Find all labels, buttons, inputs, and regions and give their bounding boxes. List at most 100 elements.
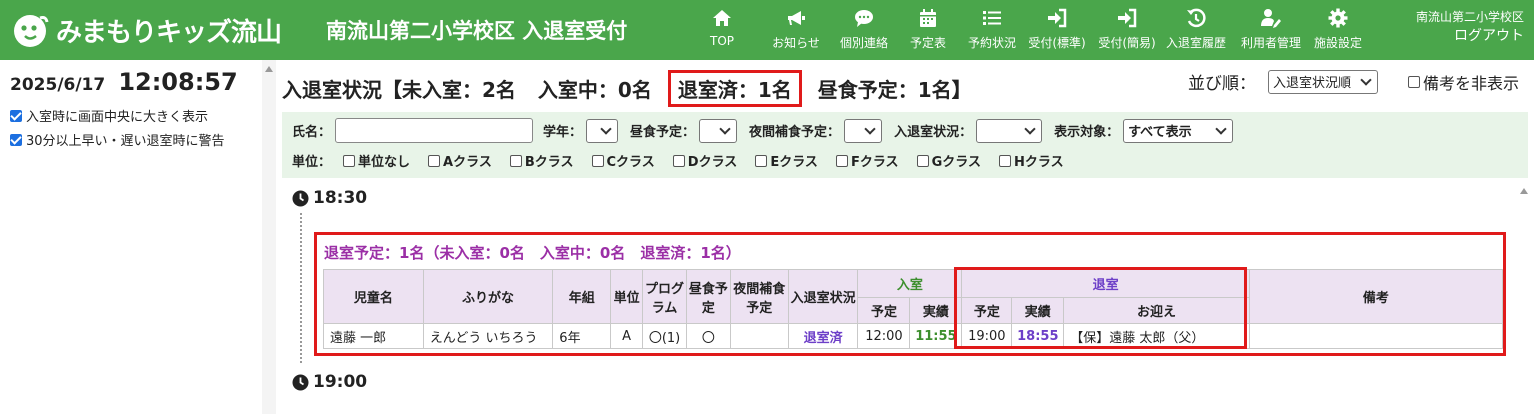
unit-b-checkbox[interactable] [509,154,522,167]
unit-a-checkbox[interactable] [428,154,441,167]
unit-h-option[interactable]: Hクラス [998,151,1064,170]
cell-status[interactable]: 退室済 [787,323,859,349]
megaphone-icon [788,11,805,25]
app-logo[interactable]: みまもりキッズ流山 [10,10,282,50]
grade-select[interactable] [586,118,619,143]
chevron-down-icon [719,122,731,135]
unit-none-checkbox[interactable] [343,154,356,167]
main-nav: TOP お知らせ 個別連絡 予定表 予約状況 受付(標準) 受付(簡易) 入退室… [698,6,1366,54]
current-datetime: 2025/6/17 12:08:57 [10,68,238,96]
children-table: 児童名 ふりがな 年組 単位 プログラム 昼食予定 夜間補食予定 入退室状況 入… [323,269,1504,349]
scroll-up-arrow-icon[interactable] [1520,188,1528,194]
cell-in-plan: 12:00 [857,323,911,349]
header-in-plan: 予定 [857,297,911,324]
cell-note [1248,323,1504,349]
unit-d-checkbox[interactable] [672,154,685,167]
nav-reception-standard[interactable]: 受付(標準) [1024,6,1090,54]
chat-icon [855,10,873,27]
group-title: 退室予定：1名（未入室：0名 入室中：0名 退室済：1名） [324,244,741,262]
nav-facility-settings[interactable]: 施設設定 [1310,6,1366,54]
unit-e-checkbox[interactable] [755,154,768,167]
time-slot-1830: 18:30 [292,188,367,208]
header-status: 入退室状況 [787,269,859,324]
nav-schedule[interactable]: 予定表 [904,6,952,54]
sign-in-icon [1118,8,1137,28]
summary-in-room: 入室中：0名 [537,78,652,102]
nav-reservation-status[interactable]: 予約状況 [964,6,1020,54]
page-title: 南流山第二小学校区 入退室受付 [326,19,628,43]
history-icon [1187,8,1206,28]
cell-lunch: 〇 [685,323,731,349]
scroll-up-arrow-icon[interactable] [265,66,273,72]
unit-f-option[interactable]: Fクラス [835,151,899,170]
header-account: 南流山第二小学校区 ログアウト [1416,8,1524,46]
unit-b-option[interactable]: Bクラス [509,151,574,170]
header-name: 児童名 [323,269,424,324]
unit-a-option[interactable]: Aクラス [428,151,492,170]
center-display-checkbox[interactable] [10,109,22,122]
filter-panel: 氏名： 学年： 昼食予定： 夜間補食予定： 入退室状況： 表示対象： すべて表示… [282,112,1528,178]
header-note: 備考 [1248,269,1504,324]
unit-c-checkbox[interactable] [591,154,604,167]
calendar-icon [920,9,936,27]
filter-row-1: 氏名： 学年： 昼食予定： 夜間補食予定： 入退室状況： 表示対象： すべて表示 [292,118,1234,143]
nav-user-management[interactable]: 利用者管理 [1232,6,1310,54]
bird-logo-icon [14,15,49,47]
chevron-down-icon [1024,122,1036,135]
timeline-line [300,213,302,363]
filter-row-units: 単位： 単位なし Aクラス Bクラス Cクラス Dクラス Eクラス Fクラス G… [292,151,1082,170]
unit-d-option[interactable]: Dクラス [672,151,737,170]
header-lunch: 昼食予定 [685,269,731,324]
hide-notes-toggle[interactable]: 備考を非表示 [1408,70,1519,94]
option-center-display[interactable]: 入室時に画面中央に大きく表示 [10,106,208,125]
unit-g-checkbox[interactable] [916,154,929,167]
sign-in-icon [1048,8,1067,28]
header-kana: ふりがな [422,269,554,324]
early-late-warning-checkbox[interactable] [10,133,22,146]
header-unit: 単位 [610,269,644,324]
home-icon [713,10,731,26]
lunch-select[interactable] [699,118,738,143]
cell-program: 〇(1) [642,323,687,349]
sort-select[interactable]: 入退室状況順 [1268,69,1378,94]
header-night-meal: 夜間補食予定 [729,269,789,324]
sort-label: 並び順： [1188,74,1256,94]
header-grade: 年組 [552,269,612,324]
unit-f-checkbox[interactable] [835,154,848,167]
nav-history[interactable]: 入退室履歴 [1160,6,1232,54]
status-select[interactable] [976,118,1043,143]
hide-notes-checkbox[interactable] [1408,76,1420,88]
header-in: 入室 [857,269,963,298]
nav-individual-contact[interactable]: 個別連絡 [836,6,892,54]
summary-lunch: 昼食予定：1名】 [817,78,972,102]
clock-icon [292,190,309,206]
option-early-late-warning[interactable]: 30分以上早い・遅い退室時に警告 [10,130,225,149]
cell-name: 遠藤 一郎 [323,323,424,349]
time-slot-1900: 19:00 [292,372,367,392]
checkout-highlight-box [954,267,1247,349]
summary-exited: 退室済：1名 [667,70,802,107]
cell-night-meal [729,323,789,349]
display-target-select[interactable]: すべて表示 [1123,118,1234,143]
chevron-down-icon [1360,73,1372,86]
nav-reception-simple[interactable]: 受付(簡易) [1094,6,1160,54]
table-row[interactable]: 遠藤 一郎 えんどう いちろう 6年 A 〇(1) 〇 退室済 12:00 11… [323,323,1504,349]
left-scrollbar[interactable] [262,60,276,414]
summary-not-entered: 入退室状況【未入室：2名 [282,78,516,102]
unit-c-option[interactable]: Cクラス [591,151,655,170]
checkout-group: 退室予定：1名（未入室：0名 入室中：0名 退室済：1名） 児童名 ふりがな 年… [314,232,1506,356]
school-name: 南流山第二小学校区 [1415,10,1524,24]
nav-notices[interactable]: お知らせ [768,6,824,54]
unit-none-option[interactable]: 単位なし [343,151,410,170]
name-input[interactable] [335,118,534,143]
nav-top[interactable]: TOP [698,6,746,54]
night-meal-select[interactable] [844,118,883,143]
logout-link[interactable]: ログアウト [1416,27,1524,46]
unit-h-checkbox[interactable] [998,154,1011,167]
unit-g-option[interactable]: Gクラス [916,151,981,170]
unit-e-option[interactable]: Eクラス [755,151,818,170]
left-panel: 2025/6/17 12:08:57 入室時に画面中央に大きく表示 30分以上早… [0,60,262,414]
chevron-down-icon [600,122,612,135]
app-header: みまもりキッズ流山 南流山第二小学校区 入退室受付 TOP お知らせ 個別連絡 … [0,0,1534,60]
current-date: 2025/6/17 [10,75,106,95]
